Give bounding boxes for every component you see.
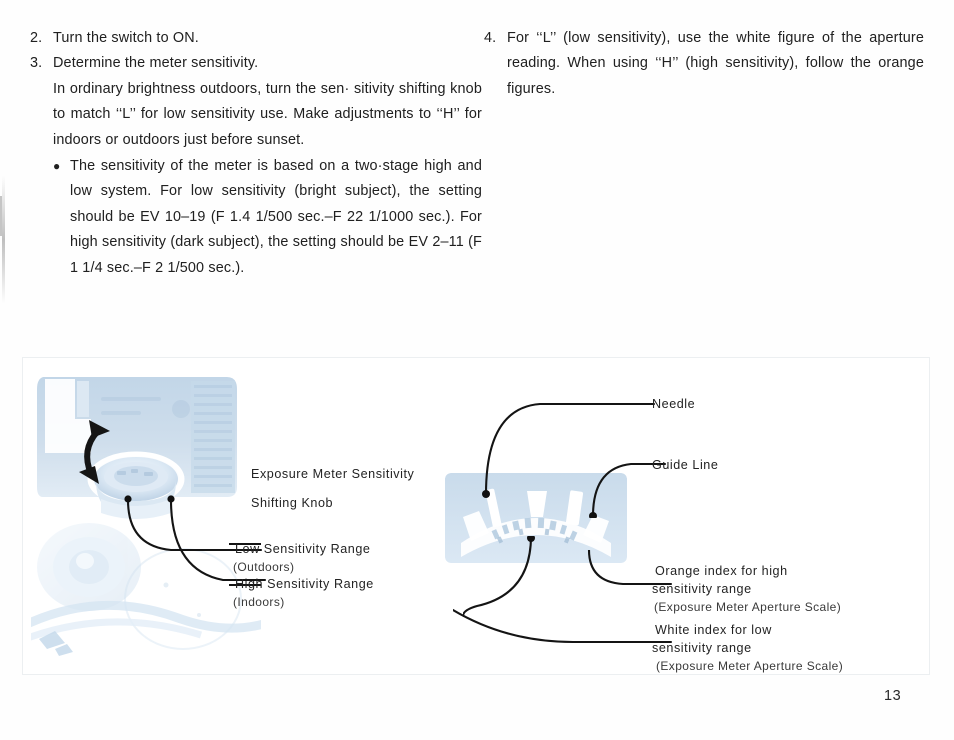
label-low-sensitivity-range: Low Sensitivity Range bbox=[235, 542, 371, 556]
step-number: 2. bbox=[30, 30, 43, 46]
label-high-sensitivity-indoors: (Indoors) bbox=[233, 595, 285, 609]
bullet-dot-icon: ● bbox=[53, 159, 61, 174]
manual-page: 2. Turn the switch to ON. 3. Determine t… bbox=[0, 0, 954, 740]
white-index-leader-tail bbox=[453, 608, 673, 644]
label-low-sensitivity-outdoors: (Outdoors) bbox=[233, 560, 295, 574]
label-orange-index-line3: (Exposure Meter Aperture Scale) bbox=[654, 600, 842, 614]
label-white-index-line3: (Exposure Meter Aperture Scale) bbox=[656, 659, 844, 673]
label-knob-line2: Shifting Knob bbox=[251, 496, 334, 510]
label-needle: Needle bbox=[652, 397, 696, 411]
scan-edge-artifact-secondary bbox=[0, 196, 2, 236]
right-text-column: 4. For ‘‘L’’ (low sensitivity), use the … bbox=[484, 26, 924, 102]
step-text: For ‘‘L’’ (low sensitivity), use the whi… bbox=[507, 30, 924, 97]
step-text: Turn the switch to ON. bbox=[53, 30, 199, 46]
step3-paragraph: In ordinary brightness outdoors, turn th… bbox=[53, 80, 482, 148]
page-number: 13 bbox=[884, 688, 902, 704]
label-knob-line1: Exposure Meter Sensitivity bbox=[251, 467, 415, 481]
sensitivity-bullet: ● The sensitivity of the meter is based … bbox=[53, 154, 482, 281]
label-high-sensitivity-range: High Sensitivity Range bbox=[235, 577, 374, 591]
bullet-text: The sensitivity of the meter is based on… bbox=[70, 158, 482, 276]
step-item-2: 2. Turn the switch to ON. bbox=[30, 26, 482, 51]
left-text-column: 2. Turn the switch to ON. 3. Determine t… bbox=[30, 26, 482, 281]
step-item-4: 4. For ‘‘L’’ (low sensitivity), use the … bbox=[484, 26, 924, 102]
label-white-index-line2: sensitivity range bbox=[652, 641, 752, 655]
step-number: 4. bbox=[484, 30, 497, 46]
label-white-index-line1: White index for low bbox=[655, 623, 772, 637]
step-item-3: 3. Determine the meter sensitivity. bbox=[30, 51, 482, 76]
rotation-arrow-icon bbox=[79, 420, 110, 484]
figure-panel: Exposure Meter Sensitivity Shifting Knob… bbox=[22, 357, 930, 675]
scan-edge-artifact bbox=[2, 176, 5, 304]
step-text: Determine the meter sensitivity. bbox=[53, 55, 259, 72]
label-orange-index-line1: Orange index for high bbox=[655, 564, 788, 578]
label-guide-line: Guide Line bbox=[652, 458, 719, 472]
step-number: 3. bbox=[30, 55, 43, 72]
label-orange-index-line2: sensitivity range bbox=[652, 582, 752, 596]
